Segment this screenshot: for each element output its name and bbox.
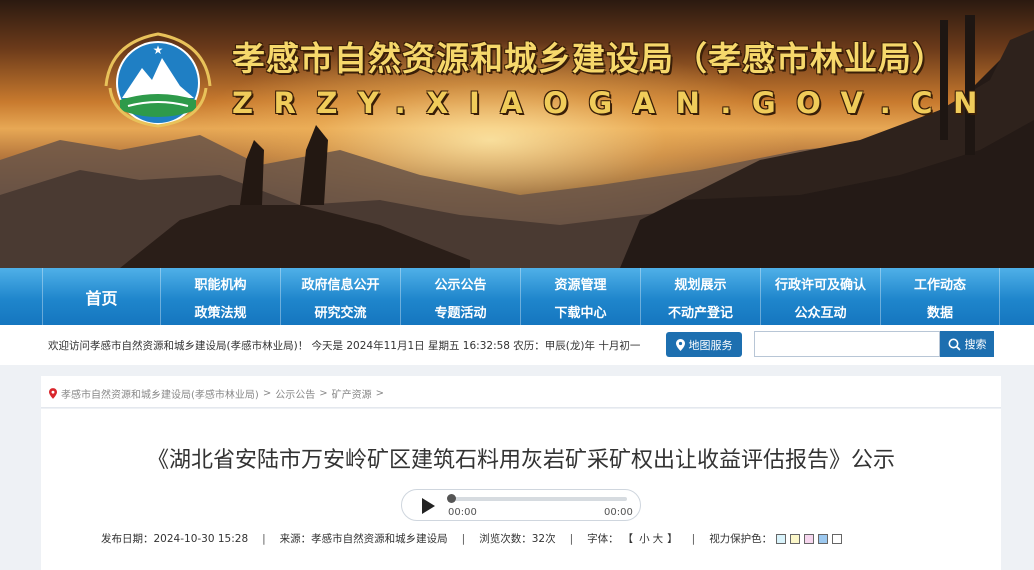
nav-column-7: 工作动态 数据 bbox=[880, 268, 1000, 325]
publish-date: 2024-10-30 15:28 bbox=[153, 532, 249, 545]
font-size-label: 字体： bbox=[587, 533, 619, 545]
site-banner: ★ 孝感市自然资源和城乡建设局（孝感市林业局） ZRZY.XIAOGAN.GOV… bbox=[0, 0, 1034, 268]
play-icon[interactable] bbox=[422, 498, 435, 514]
breadcrumb-separator: > bbox=[375, 388, 384, 399]
audio-player: 00:00 00:00 bbox=[401, 489, 641, 521]
map-service-button[interactable]: 地图服务 bbox=[666, 332, 742, 357]
breadcrumb-announcements[interactable]: 公示公告 bbox=[275, 386, 315, 401]
eye-protection-label: 视力保护色： bbox=[709, 533, 773, 545]
meta-separator: | bbox=[262, 532, 266, 545]
search-button-label: 搜索 bbox=[964, 338, 987, 351]
breadcrumb-home[interactable]: 孝感市自然资源和城乡建设局(孝感市林业局) bbox=[61, 386, 259, 401]
breadcrumb-mineral-resources[interactable]: 矿产资源 bbox=[332, 386, 372, 401]
nav-item-public-interaction[interactable]: 公众互动 bbox=[761, 302, 880, 321]
nav-item-work-news[interactable]: 工作动态 bbox=[881, 274, 999, 293]
nav-column-2: 政府信息公开 研究交流 bbox=[280, 268, 400, 325]
location-pin-icon bbox=[49, 388, 57, 399]
font-large-button[interactable]: 大 bbox=[653, 531, 664, 546]
breadcrumb: 孝感市自然资源和城乡建设局(孝感市林业局) > 公示公告 > 矿产资源 > bbox=[49, 386, 384, 401]
eye-color-swatch-yellow[interactable] bbox=[790, 533, 801, 544]
views-label: 浏览次数： bbox=[479, 533, 532, 545]
publish-date-label: 发布日期： bbox=[101, 533, 154, 545]
map-pin-icon bbox=[675, 338, 685, 351]
search-button[interactable]: 搜索 bbox=[940, 331, 994, 357]
nav-item-announcements[interactable]: 公示公告 bbox=[401, 274, 520, 293]
nav-item-resource-management[interactable]: 资源管理 bbox=[521, 274, 640, 293]
audio-progress-handle[interactable] bbox=[447, 494, 456, 503]
nav-item-downloads[interactable]: 下载中心 bbox=[521, 302, 640, 321]
article-title: 《湖北省安陆市万安岭矿区建筑石料用灰岩矿采矿权出让收益评估报告》公示 bbox=[146, 448, 895, 473]
eye-color-swatch-sky[interactable] bbox=[818, 533, 829, 544]
nav-home[interactable]: 首页 bbox=[42, 268, 160, 325]
views-count: 32次 bbox=[531, 533, 556, 545]
nav-item-departments[interactable]: 职能机构 bbox=[161, 274, 280, 293]
welcome-text: 欢迎访问孝感市自然资源和城乡建设局(孝感市林业局)！ 今天是 2024年11月1… bbox=[48, 340, 641, 352]
breadcrumb-separator: > bbox=[319, 388, 328, 399]
breadcrumb-bar: 孝感市自然资源和城乡建设局(孝感市林业局) > 公示公告 > 矿产资源 > bbox=[41, 376, 1001, 408]
main-nav: 首页 职能机构 政策法规 政府信息公开 研究交流 公示公告 专题活动 资源管理 … bbox=[0, 268, 1034, 325]
nav-item-research[interactable]: 研究交流 bbox=[281, 302, 400, 321]
eye-color-swatch-pink[interactable] bbox=[804, 533, 815, 544]
audio-total-time: 00:00 bbox=[604, 507, 633, 518]
meta-separator: | bbox=[691, 532, 696, 545]
eye-color-swatch-white[interactable] bbox=[832, 533, 843, 544]
nav-column-5: 规划展示 不动产登记 bbox=[640, 268, 760, 325]
nav-home-label: 首页 bbox=[85, 288, 118, 308]
font-bracket-close: 】 bbox=[667, 533, 678, 545]
article-panel: 《湖北省安陆市万安岭矿区建筑石料用灰岩矿采矿权出让收益评估报告》公示 00:00… bbox=[41, 409, 1001, 570]
svg-text:★: ★ bbox=[153, 43, 164, 57]
breadcrumb-separator: > bbox=[262, 388, 272, 399]
nav-column-1: 职能机构 政策法规 bbox=[160, 268, 280, 325]
font-bracket-open: 【 bbox=[622, 533, 634, 545]
eye-color-swatch-blue[interactable] bbox=[776, 533, 787, 544]
nav-column-4: 资源管理 下载中心 bbox=[520, 268, 640, 325]
audio-current-time: 00:00 bbox=[448, 507, 477, 518]
site-domain: ZRZY.XIAOGAN.GOV.CN bbox=[232, 86, 998, 120]
nav-item-data[interactable]: 数据 bbox=[881, 302, 999, 321]
meta-separator: | bbox=[461, 532, 466, 545]
article-meta: 发布日期： 2024-10-30 15:28 | 来源： 孝感市自然资源和城乡建… bbox=[101, 531, 843, 546]
site-title: 孝感市自然资源和城乡建设局（孝感市林业局） bbox=[232, 39, 946, 78]
nav-column-6: 行政许可及确认 公众互动 bbox=[760, 268, 880, 325]
map-service-label: 地图服务 bbox=[688, 338, 733, 352]
meta-separator: | bbox=[569, 532, 574, 545]
nav-item-planning[interactable]: 规划展示 bbox=[641, 274, 760, 293]
search-icon bbox=[948, 338, 961, 351]
nav-item-policies[interactable]: 政策法规 bbox=[161, 302, 280, 321]
nav-column-3: 公示公告 专题活动 bbox=[400, 268, 520, 325]
nav-item-real-estate[interactable]: 不动产登记 bbox=[641, 302, 760, 321]
nav-item-gov-info[interactable]: 政府信息公开 bbox=[281, 274, 400, 293]
font-small-button[interactable]: 小 bbox=[639, 531, 650, 546]
nav-item-permits[interactable]: 行政许可及确认 bbox=[761, 274, 880, 293]
audio-progress-bar[interactable] bbox=[449, 497, 627, 501]
search-input[interactable] bbox=[754, 331, 940, 357]
bureau-logo: ★ bbox=[104, 32, 212, 128]
nav-item-special-events[interactable]: 专题活动 bbox=[401, 302, 520, 321]
source-label: 来源： bbox=[279, 533, 312, 545]
source-value: 孝感市自然资源和城乡建设局 bbox=[311, 533, 448, 545]
